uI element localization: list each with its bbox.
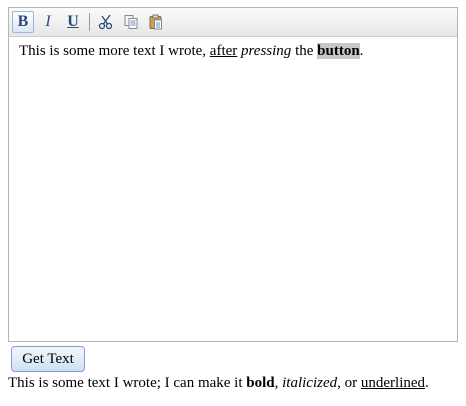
output-text: This is some text I wrote; I can make it… [8, 375, 429, 392]
copy-button[interactable] [120, 11, 142, 33]
editor-selected-bold-text: button [317, 43, 360, 59]
editor-toolbar: B I U [9, 8, 457, 37]
paste-button[interactable] [145, 11, 167, 33]
output-segment: , or [337, 375, 361, 391]
output-underlined-text: underlined [360, 375, 426, 391]
output-segment: This is some text I wrote; I can make it [8, 375, 247, 391]
toolbar-separator [89, 13, 90, 31]
output-bold-text: bold [246, 375, 275, 391]
output-italic-text: italicized [282, 375, 338, 391]
editor-text: . [359, 43, 364, 59]
rich-text-editor: B I U This is some more text I wrote, af… [8, 7, 458, 342]
editor-text: the [291, 43, 318, 59]
bold-button[interactable]: B [12, 11, 34, 33]
editor-text: This is some more text I wrote, [19, 43, 210, 59]
editor-underlined-text: after [209, 43, 238, 59]
editor-italic-text: pressing [241, 43, 292, 59]
italic-button[interactable]: I [37, 11, 59, 33]
editor-content[interactable]: This is some more text I wrote, after pr… [9, 37, 457, 65]
output-segment: . [425, 375, 429, 391]
underline-button[interactable]: U [62, 11, 84, 33]
paste-icon [149, 14, 162, 30]
cut-icon [98, 14, 113, 30]
cut-button[interactable] [95, 11, 117, 33]
copy-icon [124, 15, 138, 29]
get-text-button[interactable]: Get Text [11, 346, 85, 372]
